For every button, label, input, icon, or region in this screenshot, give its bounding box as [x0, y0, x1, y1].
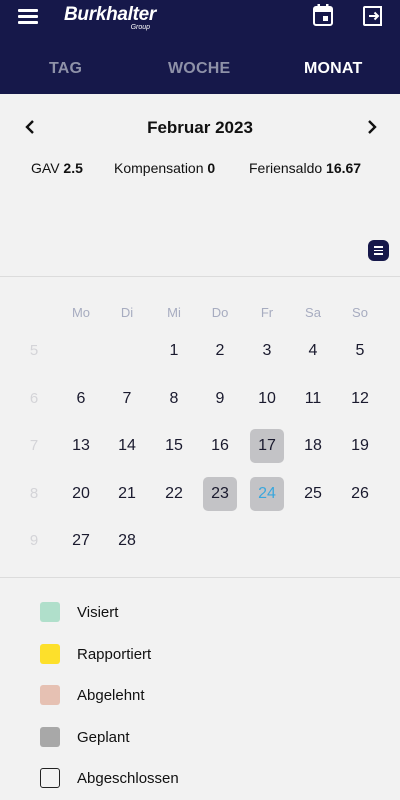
calendar-day[interactable]: 11	[296, 382, 330, 416]
month-title: Februar 2023	[147, 118, 253, 137]
week-number: 6	[29, 390, 39, 407]
calendar-day[interactable]: 23	[203, 477, 237, 511]
weekday-label: Mi	[167, 305, 181, 320]
weekday-label: Di	[120, 305, 134, 320]
weekday-label: Do	[211, 305, 229, 320]
legend-item: Abgeschlossen	[40, 768, 370, 800]
list-icon[interactable]	[368, 240, 389, 261]
legend-label: Abgelehnt	[77, 687, 145, 704]
legend-item: Geplant	[40, 726, 370, 769]
calendar-day[interactable]: 15	[157, 429, 191, 463]
balance-stats: GAV 2.5 Kompensation 0 Feriensaldo 16.67	[0, 160, 400, 180]
calendar-week-row: 8 20 21 22 23 24 25 26	[0, 474, 400, 514]
week-number: 9	[29, 532, 39, 549]
calendar-day[interactable]: 14	[110, 429, 144, 463]
legend-item: Visiert	[40, 602, 370, 644]
legend-item: Rapportiert	[40, 643, 370, 686]
status-legend: Visiert Rapportiert Abgelehnt Geplant Abgesc…	[40, 602, 370, 800]
calendar-day[interactable]: 6	[64, 382, 98, 416]
legend-swatch	[40, 602, 60, 622]
calendar-day[interactable]: 3	[250, 334, 284, 368]
calendar-day[interactable]: 20	[64, 477, 98, 511]
calendar-day[interactable]: 22	[157, 477, 191, 511]
calendar-day[interactable]: 21	[110, 477, 144, 511]
month-navigation: Februar 2023	[0, 110, 400, 144]
stat-kompensation: Kompensation 0	[114, 160, 215, 176]
calendar-icon[interactable]	[313, 4, 333, 26]
legend-swatch	[40, 768, 60, 788]
legend-swatch	[40, 643, 60, 664]
stat-feriensaldo: Feriensaldo 16.67	[249, 160, 361, 176]
calendar-day[interactable]: 18	[296, 429, 330, 463]
logout-icon[interactable]	[362, 5, 384, 27]
calendar-week-row: 512345	[0, 331, 400, 371]
divider	[0, 276, 400, 277]
legend-swatch	[40, 685, 60, 705]
calendar-day[interactable]: 5	[343, 334, 377, 368]
calendar-day[interactable]: 24	[250, 477, 284, 511]
calendar-day[interactable]: 9	[203, 382, 237, 416]
calendar-day[interactable]: 13	[64, 429, 98, 463]
weekday-label: So	[352, 305, 368, 320]
week-number: 8	[29, 485, 39, 502]
stat-value: 2.5	[63, 160, 83, 176]
stat-label: Feriensaldo	[249, 160, 323, 176]
weekday-header: Mo Di Mi Do Fr Sa So	[0, 305, 400, 321]
stat-gav: GAV 2.5	[31, 160, 83, 176]
legend-swatch	[40, 726, 60, 747]
calendar-day[interactable]: 16	[203, 429, 237, 463]
calendar-day[interactable]: 10	[250, 382, 284, 416]
calendar-day[interactable]: 28	[110, 524, 144, 558]
calendar-day[interactable]: 8	[157, 382, 191, 416]
week-number: 7	[29, 437, 39, 454]
app-header: Burkhalter Group TAG WOCHE MONAT	[0, 0, 400, 94]
calendar-day[interactable]: 27	[64, 524, 98, 558]
legend-label: Rapportiert	[77, 645, 152, 663]
view-tabs: TAG WOCHE MONAT	[0, 48, 400, 92]
tab-tag[interactable]: TAG	[49, 60, 82, 78]
calendar-day[interactable]: 12	[343, 382, 377, 416]
calendar-day[interactable]: 25	[296, 477, 330, 511]
burkhalter-logo: Burkhalter Group	[64, 4, 157, 31]
calendar-day[interactable]: 4	[296, 334, 330, 368]
divider	[0, 577, 400, 578]
stat-value: 0	[207, 160, 216, 176]
legend-item: Abgelehnt	[40, 685, 370, 727]
weekday-label: Fr	[260, 305, 274, 320]
tab-woche[interactable]: WOCHE	[168, 60, 230, 78]
calendar-day[interactable]: 1	[157, 334, 191, 368]
stat-label: GAV	[31, 160, 60, 176]
calendar-week-row: 6 6 7 8 9 10 11 12	[0, 379, 400, 419]
stat-label: Kompensation	[114, 160, 204, 176]
legend-label: Abgeschlossen	[77, 770, 179, 787]
legend-label: Visiert	[77, 604, 119, 621]
logo-subtext: Group	[130, 24, 151, 31]
calendar-day[interactable]: 26	[343, 477, 377, 511]
calendar-day[interactable]: 19	[343, 429, 377, 463]
stat-value: 16.67	[326, 160, 362, 176]
hamburger-menu-icon[interactable]	[18, 7, 40, 25]
calendar-week-row: 9 27 28	[0, 521, 400, 561]
legend-label: Geplant	[77, 728, 130, 746]
calendar-week-row: 7 13 14 15 16 17 18 19	[0, 426, 400, 466]
logo-text: Burkhalter	[64, 4, 157, 25]
calendar-day[interactable]: 2	[203, 334, 237, 368]
chevron-right-icon[interactable]	[360, 116, 382, 138]
weekday-label: Sa	[305, 305, 321, 320]
calendar-day[interactable]: 17	[250, 429, 284, 463]
week-number: 5	[29, 342, 39, 359]
tab-monat[interactable]: MONAT	[304, 60, 362, 78]
weekday-label: Mo	[71, 305, 91, 320]
calendar-day[interactable]: 7	[110, 382, 144, 416]
